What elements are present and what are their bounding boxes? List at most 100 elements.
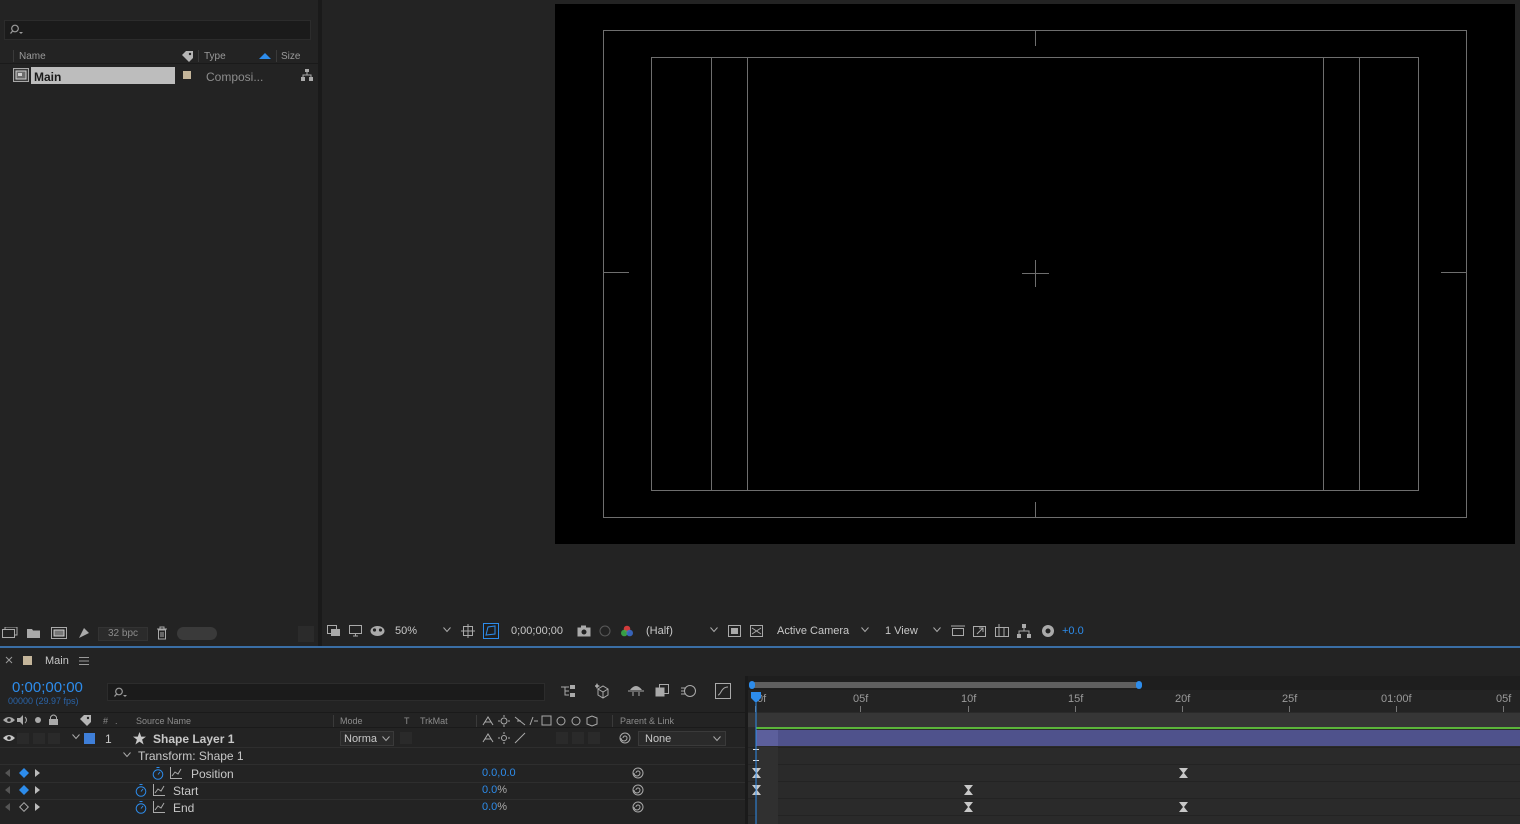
keyframe[interactable] bbox=[964, 785, 973, 795]
audio-icon[interactable] bbox=[17, 715, 29, 725]
view-layout-dropdown[interactable]: 1 View bbox=[881, 623, 943, 639]
column-name[interactable]: Name bbox=[19, 51, 46, 62]
pickwhip-icon[interactable] bbox=[619, 732, 631, 744]
new-composition-icon[interactable] bbox=[51, 627, 67, 639]
transform-group-row[interactable]: Transform: Shape 1 bbox=[0, 748, 748, 764]
project-settings-icon[interactable] bbox=[77, 626, 91, 640]
transparency-grid-icon[interactable] bbox=[750, 625, 763, 637]
property-row-end[interactable]: End 0.0% bbox=[0, 799, 748, 816]
prev-keyframe-icon[interactable] bbox=[5, 769, 10, 777]
layer-name[interactable]: Shape Layer 1 bbox=[153, 732, 234, 746]
work-area-start-handle[interactable] bbox=[749, 681, 755, 689]
property-value[interactable]: 0.0,0.0 bbox=[482, 767, 516, 779]
graph-icon[interactable] bbox=[153, 784, 165, 796]
property-value[interactable]: 0.0% bbox=[482, 784, 507, 796]
column-source-name[interactable]: Source Name bbox=[136, 716, 191, 726]
next-keyframe-icon[interactable] bbox=[35, 803, 40, 811]
frame-blending-icon[interactable] bbox=[655, 684, 669, 698]
layer-label-color[interactable] bbox=[84, 733, 95, 744]
motion-blur-icon[interactable] bbox=[681, 684, 697, 698]
exposure-value[interactable]: +0.0 bbox=[1062, 625, 1084, 637]
work-area-end-handle[interactable] bbox=[1136, 681, 1142, 689]
current-time-display[interactable]: 0;00;00;00 bbox=[12, 679, 83, 696]
region-of-interest-icon[interactable] bbox=[728, 625, 741, 637]
expand-chevron-icon[interactable] bbox=[123, 752, 131, 758]
column-t[interactable]: T bbox=[404, 716, 410, 726]
collapse-switch-icon[interactable] bbox=[498, 732, 510, 744]
work-area-bar[interactable] bbox=[751, 682, 1141, 688]
column-mode[interactable]: Mode bbox=[340, 716, 363, 726]
audio-switch[interactable] bbox=[17, 733, 29, 744]
next-keyframe-icon[interactable] bbox=[35, 786, 40, 794]
solo-switch[interactable] bbox=[33, 733, 45, 744]
color-channels-icon[interactable] bbox=[620, 625, 634, 637]
graph-editor-icon[interactable] bbox=[715, 683, 731, 699]
flowchart-view-icon[interactable] bbox=[1017, 624, 1031, 638]
stopwatch-icon[interactable] bbox=[135, 801, 147, 814]
layer-mode-dropdown[interactable]: Norma bbox=[340, 731, 394, 746]
composition-canvas[interactable] bbox=[555, 4, 1515, 544]
trash-icon[interactable] bbox=[156, 626, 168, 640]
always-preview-icon[interactable] bbox=[327, 625, 341, 637]
shy-switch-icon[interactable] bbox=[482, 732, 494, 744]
lock-switch[interactable] bbox=[48, 733, 60, 744]
stopwatch-icon[interactable] bbox=[135, 784, 147, 797]
draft-3d-icon[interactable] bbox=[595, 683, 611, 699]
current-time-indicator[interactable] bbox=[751, 690, 763, 824]
prev-keyframe-icon[interactable] bbox=[5, 803, 10, 811]
project-item-main[interactable]: Main Composi... bbox=[0, 67, 318, 84]
comp-mini-flowchart-icon[interactable] bbox=[561, 685, 577, 697]
interpret-footage-icon[interactable] bbox=[2, 627, 18, 639]
graph-icon[interactable] bbox=[170, 767, 182, 779]
property-row-position[interactable]: Position 0.0,0.0 bbox=[0, 765, 748, 782]
column-trkmat[interactable]: TrkMat bbox=[420, 716, 448, 726]
solo-icon[interactable] bbox=[33, 715, 43, 725]
mask-path-icon[interactable] bbox=[483, 623, 499, 639]
thumbnail-slider[interactable] bbox=[177, 627, 217, 640]
keyframe[interactable] bbox=[964, 802, 973, 812]
project-search-input[interactable] bbox=[27, 22, 307, 38]
timeline-search-box[interactable] bbox=[107, 683, 545, 701]
keyframe-diamond-icon[interactable] bbox=[19, 768, 29, 778]
column-type[interactable]: Type bbox=[204, 51, 226, 62]
column-size[interactable]: Size bbox=[281, 51, 300, 62]
layer-duration-bar[interactable] bbox=[756, 730, 1520, 746]
video-visibility-icon[interactable] bbox=[3, 715, 15, 725]
stopwatch-icon[interactable] bbox=[152, 767, 164, 780]
quality-switch-icon[interactable] bbox=[514, 732, 526, 744]
reset-exposure-icon[interactable] bbox=[1041, 624, 1055, 638]
parent-dropdown[interactable]: None bbox=[638, 731, 726, 746]
resolution-grid-icon[interactable] bbox=[461, 624, 475, 638]
next-keyframe-icon[interactable] bbox=[35, 769, 40, 777]
panel-menu-icon[interactable] bbox=[79, 657, 89, 665]
resolution-dropdown[interactable]: (Half) bbox=[642, 623, 720, 639]
mask-visibility-icon[interactable] bbox=[370, 625, 385, 637]
time-ruler[interactable]: 0f 05f 10f 15f 20f 25f 01:00f 05f bbox=[748, 690, 1520, 712]
expression-pickwhip-icon[interactable] bbox=[632, 767, 644, 779]
project-search-box[interactable] bbox=[4, 20, 311, 40]
show-snapshot-icon[interactable] bbox=[599, 625, 611, 637]
shy-layers-icon[interactable] bbox=[628, 684, 644, 698]
timeline-tab-title[interactable]: Main bbox=[45, 655, 69, 667]
eye-icon[interactable] bbox=[3, 733, 15, 743]
timeline-icon[interactable] bbox=[995, 624, 1009, 638]
expand-chevron-icon[interactable] bbox=[72, 734, 80, 740]
close-tab-icon[interactable] bbox=[5, 656, 13, 664]
flowchart-icon[interactable] bbox=[301, 69, 313, 81]
fast-previews-icon[interactable] bbox=[973, 624, 987, 638]
prev-keyframe-icon[interactable] bbox=[5, 786, 10, 794]
label-color-swatch[interactable] bbox=[183, 71, 191, 79]
bpc-button[interactable]: 32 bpc bbox=[98, 627, 148, 641]
keyframe[interactable] bbox=[1179, 802, 1188, 812]
expression-pickwhip-icon[interactable] bbox=[632, 784, 644, 796]
camera-snapshot-icon[interactable] bbox=[577, 625, 591, 637]
graph-icon[interactable] bbox=[153, 801, 165, 813]
lock-icon[interactable] bbox=[48, 714, 59, 726]
zoom-dropdown[interactable]: 50% bbox=[391, 623, 453, 639]
property-value[interactable]: 0.0% bbox=[482, 801, 507, 813]
toggle-pixel-aspect-icon[interactable] bbox=[951, 625, 965, 637]
preserve-transparency-switch[interactable] bbox=[400, 732, 412, 744]
layer-row[interactable]: 1 Shape Layer 1 Norma None bbox=[0, 730, 748, 747]
keyframe-diamond-icon[interactable] bbox=[19, 785, 29, 795]
tag-icon[interactable] bbox=[181, 50, 195, 62]
